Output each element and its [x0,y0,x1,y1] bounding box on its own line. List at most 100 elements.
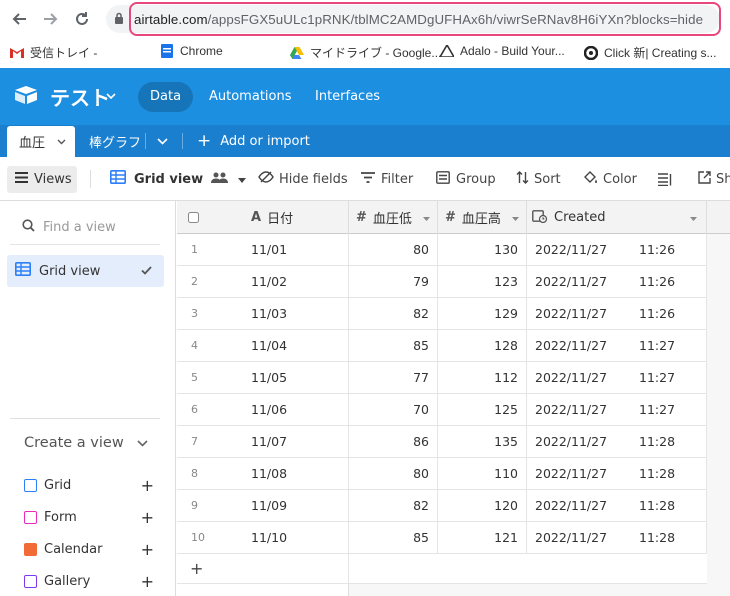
cell-created-time[interactable]: 11:27 [631,394,707,425]
cell-high[interactable]: 112 [438,362,527,393]
group-button[interactable]: Group [436,169,496,189]
address-bar[interactable]: airtable.com/appsFGX5uULc1pRNK/tblMC2AMD… [106,2,721,36]
filter-button[interactable]: Filter [361,169,413,189]
airtable-logo-icon[interactable] [14,85,38,105]
cell-date[interactable]: 11/03 [237,298,349,329]
cell-created-time[interactable]: 11:26 [631,234,707,265]
cell-created-date[interactable]: 2022/11/27 [527,394,631,425]
column-header-high[interactable]: # 血圧高 [438,201,527,234]
cell-created-date[interactable]: 2022/11/27 [527,298,631,329]
cell-low[interactable]: 77 [349,362,438,393]
cell-high[interactable]: 121 [438,522,527,553]
cell-created-time[interactable]: 11:27 [631,330,707,361]
cell-created-time[interactable]: 11:28 [631,426,707,457]
plus-icon[interactable]: + [141,572,154,591]
cell-created-date[interactable]: 2022/11/27 [527,362,631,393]
cell-high[interactable]: 129 [438,298,527,329]
cell-created-date[interactable]: 2022/11/27 [527,234,631,265]
cell-low[interactable]: 80 [349,234,438,265]
row-number[interactable]: 9 [177,490,237,521]
caret-down-icon[interactable] [690,210,697,225]
cell-high[interactable]: 128 [438,330,527,361]
cell-high[interactable]: 125 [438,394,527,425]
cell-high[interactable]: 130 [438,234,527,265]
column-header-date[interactable]: A 日付 [237,201,349,234]
cell-created-time[interactable]: 11:28 [631,490,707,521]
add-or-import-button[interactable]: + Add or import [197,125,310,157]
table-tab-active[interactable]: 血圧 [7,126,75,157]
cell-low[interactable]: 85 [349,330,438,361]
column-header-created[interactable]: Created [527,201,707,234]
table-tab-bargraph[interactable]: 棒グラフ [89,125,141,157]
caret-down-icon[interactable] [238,172,247,187]
cell-date[interactable]: 11/09 [237,490,349,521]
table-row[interactable]: 9 11/09 82 120 2022/11/27 11:28 [177,490,707,522]
cell-date[interactable]: 11/05 [237,362,349,393]
bookmark-click[interactable]: Click 新| Creating s... [584,44,716,61]
base-title[interactable]: テスト [50,82,110,111]
sort-button[interactable]: Sort [516,169,561,189]
table-row[interactable]: 4 11/04 85 128 2022/11/27 11:27 [177,330,707,362]
reload-icon[interactable] [70,7,94,31]
create-gallery-view[interactable]: Gallery + [24,571,154,591]
find-view-input[interactable]: Find a view [10,211,160,245]
cell-low[interactable]: 86 [349,426,438,457]
cell-date[interactable]: 11/01 [237,234,349,265]
cell-date[interactable]: 11/02 [237,266,349,297]
table-row[interactable]: 1 11/01 80 130 2022/11/27 11:26 [177,234,707,266]
row-number[interactable]: 1 [177,234,237,265]
row-number[interactable]: 8 [177,458,237,489]
bookmark-drive[interactable]: マイドライブ - Google... [290,44,441,61]
row-number[interactable]: 5 [177,362,237,393]
plus-icon[interactable]: + [141,540,154,559]
view-switcher[interactable]: Grid view [110,169,247,189]
cell-date[interactable]: 11/10 [237,522,349,553]
cell-high[interactable]: 135 [438,426,527,457]
cell-high[interactable]: 110 [438,458,527,489]
cell-high[interactable]: 120 [438,490,527,521]
table-row[interactable]: 2 11/02 79 123 2022/11/27 11:26 [177,266,707,298]
sidebar-item-grid-view[interactable]: Grid view [7,255,164,287]
cell-created-time[interactable]: 11:27 [631,362,707,393]
cell-low[interactable]: 80 [349,458,438,489]
cell-date[interactable]: 11/07 [237,426,349,457]
table-row[interactable]: 6 11/06 70 125 2022/11/27 11:27 [177,394,707,426]
tables-menu-chevron-icon[interactable] [157,125,168,157]
row-height-icon[interactable] [658,169,672,189]
caret-down-icon[interactable] [423,210,430,225]
bookmark-chrome[interactable]: Chrome [160,44,223,58]
forward-arrow-icon[interactable] [38,7,62,31]
table-row[interactable]: 8 11/08 80 110 2022/11/27 11:28 [177,458,707,490]
row-number[interactable]: 6 [177,394,237,425]
table-row[interactable]: 5 11/05 77 112 2022/11/27 11:27 [177,362,707,394]
cell-created-date[interactable]: 2022/11/27 [527,458,631,489]
cell-created-date[interactable]: 2022/11/27 [527,522,631,553]
row-number[interactable]: 7 [177,426,237,457]
chevron-down-icon[interactable] [57,134,66,149]
row-number[interactable]: 10 [177,522,237,553]
caret-down-icon[interactable] [512,210,519,225]
plus-icon[interactable]: + [141,476,154,495]
chevron-down-icon[interactable] [106,90,116,103]
bookmark-adalo[interactable]: Adalo - Build Your... [440,44,565,58]
plus-icon[interactable]: + [190,559,203,578]
color-button[interactable]: Color [583,169,637,189]
nav-interfaces[interactable]: Interfaces [303,82,392,112]
column-header-low[interactable]: # 血圧低 [349,201,438,234]
cell-low[interactable]: 85 [349,522,438,553]
cell-low[interactable]: 82 [349,490,438,521]
table-row[interactable]: 10 11/10 85 121 2022/11/27 11:28 [177,522,707,554]
views-button[interactable]: Views [7,166,77,193]
select-all-checkbox[interactable] [177,201,237,234]
create-form-view[interactable]: Form + [24,507,154,527]
table-row[interactable]: 7 11/07 86 135 2022/11/27 11:28 [177,426,707,458]
cell-created-date[interactable]: 2022/11/27 [527,490,631,521]
row-number[interactable]: 4 [177,330,237,361]
cell-date[interactable]: 11/08 [237,458,349,489]
cell-created-time[interactable]: 11:28 [631,458,707,489]
create-grid-view[interactable]: Grid + [24,475,154,495]
chevron-down-icon[interactable] [137,437,148,450]
row-number[interactable]: 2 [177,266,237,297]
cell-date[interactable]: 11/06 [237,394,349,425]
row-number[interactable]: 3 [177,298,237,329]
